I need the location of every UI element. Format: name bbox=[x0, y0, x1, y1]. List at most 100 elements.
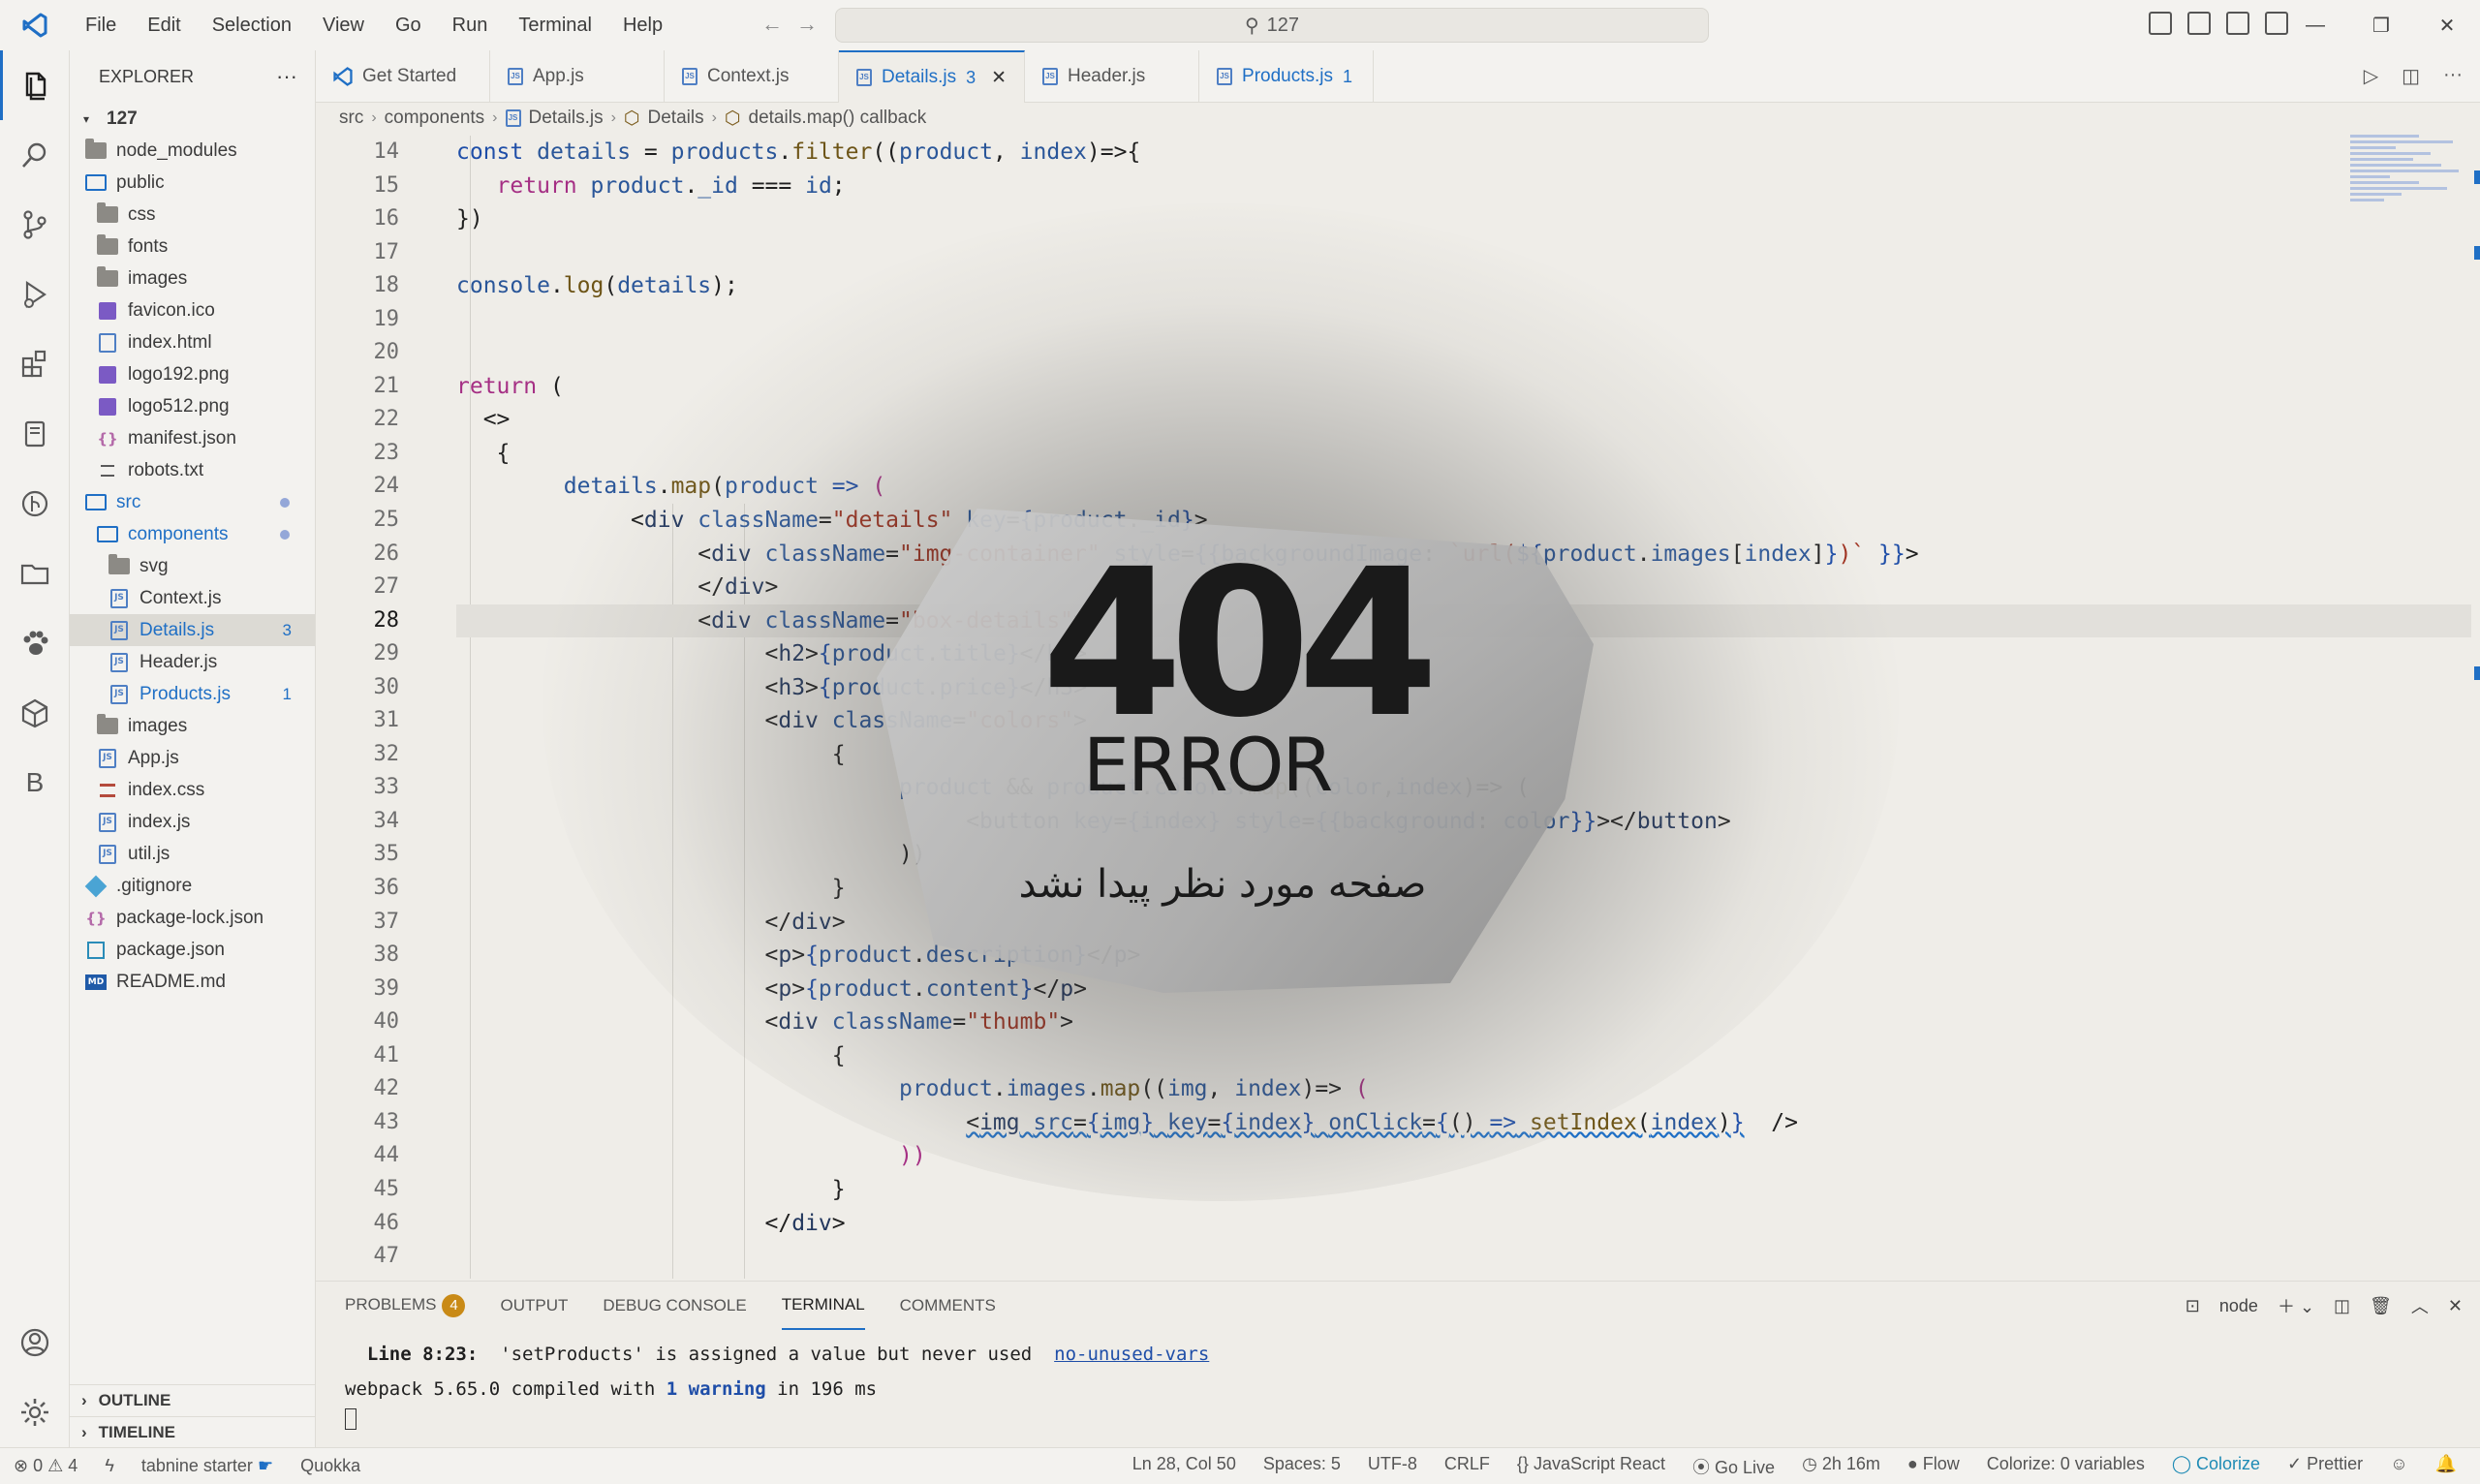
tree-item-src-images[interactable]: images bbox=[70, 710, 315, 742]
tree-item-package-json[interactable]: package.json bbox=[70, 934, 315, 966]
paw-icon[interactable] bbox=[0, 608, 70, 678]
tree-item-context-js[interactable]: JS Context.js bbox=[70, 582, 315, 614]
tree-item-svg[interactable]: svg bbox=[70, 550, 315, 582]
close-tab-icon[interactable]: ✕ bbox=[991, 67, 1007, 89]
accounts-icon[interactable] bbox=[0, 1308, 70, 1377]
terminal-prompt[interactable] bbox=[316, 1404, 2480, 1433]
tree-item-favicon[interactable]: favicon.ico bbox=[70, 294, 315, 326]
settings-gear-icon[interactable] bbox=[0, 1377, 70, 1447]
problems-status[interactable]: ⊗ 0 ⚠ 4 bbox=[0, 1456, 91, 1476]
tab-problems[interactable]: PROBLEMS 4 bbox=[345, 1281, 466, 1331]
tree-item-logo512[interactable]: logo512.png bbox=[70, 390, 315, 422]
tree-item-index-css[interactable]: index.css bbox=[70, 774, 315, 806]
menu-help[interactable]: Help bbox=[607, 0, 678, 50]
menu-file[interactable]: File bbox=[70, 0, 132, 50]
colorize-variables[interactable]: Colorize: 0 variables bbox=[1973, 1454, 2158, 1479]
end-of-line[interactable]: CRLF bbox=[1431, 1454, 1504, 1479]
breadcrumb-callback[interactable]: details.map() callback bbox=[749, 108, 927, 129]
quokka-status[interactable]: Quokka bbox=[287, 1456, 374, 1476]
forward-arrow-icon[interactable]: → bbox=[796, 12, 818, 37]
tree-item-details-js[interactable]: JS Details.js 3 bbox=[70, 614, 315, 646]
tree-item-index-html[interactable]: index.html bbox=[70, 326, 315, 358]
more-actions-icon[interactable]: ··· bbox=[2443, 64, 2463, 88]
tab-comments[interactable]: COMMENTS bbox=[900, 1283, 996, 1329]
menu-terminal[interactable]: Terminal bbox=[503, 0, 607, 50]
terminal-shell-label[interactable]: node bbox=[2219, 1296, 2258, 1316]
tab-terminal[interactable]: TERMINAL bbox=[781, 1282, 865, 1330]
tree-item-manifest[interactable]: {} manifest.json bbox=[70, 422, 315, 454]
back-arrow-icon[interactable]: ← bbox=[761, 12, 783, 37]
restore-icon[interactable]: ❐ bbox=[2348, 0, 2414, 50]
git-graph-icon[interactable] bbox=[0, 469, 70, 539]
lightning-icon[interactable]: ϟ bbox=[91, 1456, 128, 1476]
tree-item-fonts[interactable]: fonts bbox=[70, 231, 315, 263]
tree-item-header-js[interactable]: JS Header.js bbox=[70, 646, 315, 678]
code-editor[interactable]: 14 15 16 17 18 19 20 21 22 23 24 25 26 27 28 29 30 31 32 33… bbox=[316, 136, 2480, 1279]
breadcrumb-file[interactable]: Details.js bbox=[529, 108, 604, 129]
language-mode[interactable]: {} JavaScript React bbox=[1504, 1454, 1679, 1479]
tree-item-public[interactable]: public bbox=[70, 167, 315, 199]
extensions-icon[interactable] bbox=[0, 329, 70, 399]
tab-get-started[interactable]: Get Started bbox=[316, 50, 490, 103]
wakatime[interactable]: ◷ 2h 16m bbox=[1788, 1454, 1894, 1479]
toggle-panel-icon[interactable] bbox=[2187, 12, 2211, 35]
more-actions-icon[interactable]: ··· bbox=[276, 64, 297, 89]
notebook-icon[interactable] bbox=[0, 399, 70, 469]
tree-item-app-js[interactable]: JS App.js bbox=[70, 742, 315, 774]
tree-item-gitignore[interactable]: .gitignore bbox=[70, 870, 315, 902]
command-center-search[interactable]: ⚲ 127 bbox=[835, 8, 1709, 43]
tab-products-js[interactable]: JS Products.js 1 bbox=[1199, 50, 1375, 103]
explorer-icon[interactable] bbox=[0, 50, 70, 120]
flow-status[interactable]: ● Flow bbox=[1894, 1454, 1973, 1479]
tree-item-readme[interactable]: MD README.md bbox=[70, 966, 315, 998]
go-live[interactable]: ⦿ Go Live bbox=[1679, 1454, 1788, 1479]
split-editor-icon[interactable]: ◫ bbox=[2402, 64, 2420, 88]
tree-item-package-lock[interactable]: {} package-lock.json bbox=[70, 902, 315, 934]
tab-context-js[interactable]: JS Context.js bbox=[665, 50, 839, 103]
tree-item-logo192[interactable]: logo192.png bbox=[70, 358, 315, 390]
bootstrap-icon[interactable]: B bbox=[0, 748, 70, 818]
tab-app-js[interactable]: JS App.js bbox=[490, 50, 665, 103]
menu-selection[interactable]: Selection bbox=[197, 0, 307, 50]
encoding[interactable]: UTF-8 bbox=[1354, 1454, 1431, 1479]
workspace-root[interactable]: ▾ 127 bbox=[70, 103, 315, 135]
tree-item-node-modules[interactable]: node_modules bbox=[70, 135, 315, 167]
tab-details-js[interactable]: JS Details.js 3 ✕ bbox=[839, 50, 1026, 103]
feedback-icon[interactable]: ☺ bbox=[2376, 1454, 2421, 1479]
trash-icon[interactable]: 🗑 bbox=[2370, 1296, 2392, 1316]
cursor-position[interactable]: Ln 28, Col 50 bbox=[1119, 1454, 1250, 1479]
close-icon[interactable]: ✕ bbox=[2414, 0, 2480, 50]
close-panel-icon[interactable]: ✕ bbox=[2448, 1296, 2463, 1316]
tabnine-status[interactable]: tabnine starter ☛ bbox=[128, 1456, 287, 1476]
tree-item-images[interactable]: images bbox=[70, 263, 315, 294]
split-terminal-icon[interactable]: ◫ bbox=[2334, 1296, 2350, 1316]
tree-item-src[interactable]: src bbox=[70, 486, 315, 518]
toggle-secondary-sidebar-icon[interactable] bbox=[2226, 12, 2249, 35]
project-manager-icon[interactable] bbox=[0, 539, 70, 608]
toggle-primary-sidebar-icon[interactable] bbox=[2149, 12, 2172, 35]
breadcrumb-component[interactable]: Details bbox=[648, 108, 704, 129]
tree-item-index-js[interactable]: JS index.js bbox=[70, 806, 315, 838]
tree-item-products-js[interactable]: JS Products.js 1 bbox=[70, 678, 315, 710]
indentation[interactable]: Spaces: 5 bbox=[1250, 1454, 1354, 1479]
tab-debug-console[interactable]: DEBUG CONSOLE bbox=[603, 1283, 746, 1329]
run-debug-icon[interactable] bbox=[0, 260, 70, 329]
tab-header-js[interactable]: JS Header.js bbox=[1025, 50, 1200, 103]
tree-item-robots[interactable]: robots.txt bbox=[70, 454, 315, 486]
breadcrumb-src[interactable]: src bbox=[339, 108, 363, 129]
package-icon[interactable] bbox=[0, 678, 70, 748]
menu-edit[interactable]: Edit bbox=[132, 0, 196, 50]
tree-item-util-js[interactable]: JS util.js bbox=[70, 838, 315, 870]
rule-link[interactable]: no-unused-vars bbox=[1054, 1344, 1209, 1365]
minimap[interactable] bbox=[2350, 132, 2464, 248]
run-icon[interactable]: ▷ bbox=[2364, 64, 2378, 88]
tree-item-components[interactable]: components bbox=[70, 518, 315, 550]
source-control-icon[interactable] bbox=[0, 190, 70, 260]
maximize-panel-icon[interactable]: ︿ bbox=[2411, 1293, 2429, 1318]
colorize-toggle[interactable]: ◯ Colorize bbox=[2158, 1454, 2274, 1479]
prettier-status[interactable]: ✓ Prettier bbox=[2274, 1454, 2376, 1479]
search-icon[interactable] bbox=[0, 120, 70, 190]
timeline-section[interactable]: › TIMELINE bbox=[70, 1416, 316, 1448]
tree-item-css[interactable]: css bbox=[70, 199, 315, 231]
menu-view[interactable]: View bbox=[307, 0, 380, 50]
